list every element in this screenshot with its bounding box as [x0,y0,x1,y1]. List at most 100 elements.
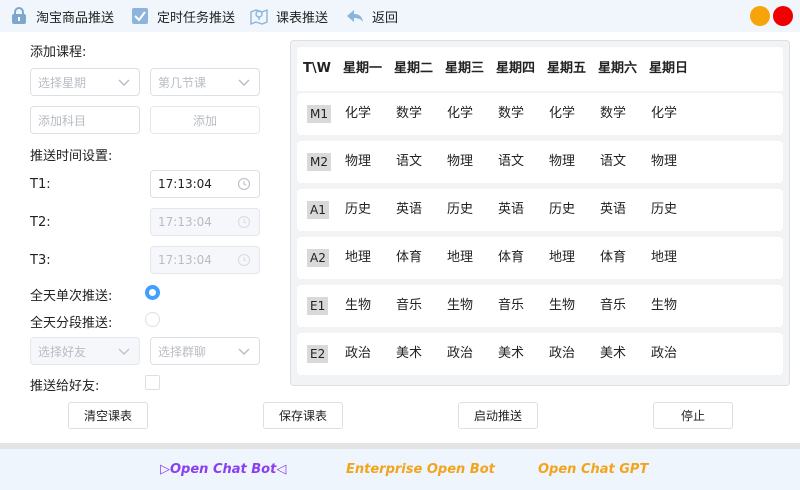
period-select[interactable]: 第几节课 [150,68,260,96]
course-cell[interactable]: 体育 [600,237,626,279]
course-cell[interactable]: 历史 [447,189,473,231]
timetable-row: M1 化学 数学 化学 数学 化学 数学 化学 [297,93,783,135]
t2-time-input[interactable]: 17:13:04 [150,208,260,236]
footer: ▷Open Chat Bot◁ Enterprise Open Bot Open… [0,449,800,490]
toolbar-taobao-push[interactable]: 淘宝商品推送 [10,0,114,32]
course-cell[interactable]: 数学 [498,93,524,135]
subject-input[interactable]: 添加科目 [30,106,140,134]
top-toolbar: 淘宝商品推送 定时任务推送 课表推送 返回 [0,0,800,32]
lock-icon [12,7,26,24]
day-header: 星期二 [394,61,434,76]
segment-push-radio[interactable] [145,312,160,327]
toolbar-scheduled-label: 定时任务推送 [157,10,236,26]
t3-time-input[interactable]: 17:13:04 [150,246,260,274]
course-cell[interactable]: 音乐 [498,285,524,327]
period-label: E2 [307,345,329,363]
timetable-row: M2 物理 语文 物理 语文 物理 语文 物理 [297,141,783,183]
course-cell[interactable]: 化学 [345,93,371,135]
course-cell[interactable]: 物理 [345,141,371,183]
course-cell[interactable]: 美术 [600,333,626,375]
course-cell[interactable]: 地理 [345,237,371,279]
back-arrow-icon [347,10,363,22]
t1-time-value: 17:13:04 [158,177,212,191]
clear-timetable-button[interactable]: 清空课表 [68,402,148,429]
weekday-select[interactable]: 选择星期 [30,68,140,96]
clock-icon [237,215,251,229]
course-cell[interactable]: 政治 [345,333,371,375]
course-cell[interactable]: 数学 [600,93,626,135]
chevron-down-icon [238,348,250,355]
course-cell[interactable]: 语文 [498,141,524,183]
push-to-friend-checkbox[interactable] [145,375,160,390]
single-push-radio[interactable] [145,285,160,300]
group-select-placeholder: 选择群聊 [158,344,207,359]
t1-label: T1: [30,177,51,192]
map-pin-icon [250,8,268,25]
course-cell[interactable]: 英语 [600,189,626,231]
course-cell[interactable]: 语文 [396,141,422,183]
t3-time-value: 17:13:04 [158,253,212,267]
period-label: A1 [307,201,329,219]
open-chat-gpt-link[interactable]: Open Chat GPT [538,449,648,490]
day-header: 星期四 [496,61,536,76]
course-cell[interactable]: 地理 [447,237,473,279]
toolbar-scheduled-push[interactable]: 定时任务推送 [131,0,235,32]
course-cell[interactable]: 政治 [447,333,473,375]
course-cell[interactable]: 物理 [549,141,575,183]
course-cell[interactable]: 政治 [549,333,575,375]
course-cell[interactable]: 历史 [345,189,371,231]
course-cell[interactable]: 体育 [396,237,422,279]
clock-icon [237,177,251,191]
course-cell[interactable]: 历史 [549,189,575,231]
course-cell[interactable]: 美术 [396,333,422,375]
course-cell[interactable]: 音乐 [396,285,422,327]
close-button[interactable] [773,6,793,26]
toolbar-back-label: 返回 [372,10,399,26]
minimize-button[interactable] [750,6,770,26]
course-cell[interactable]: 体育 [498,237,524,279]
open-chat-bot-link[interactable]: ▷Open Chat Bot◁ [160,449,286,490]
period-label: E1 [307,297,329,315]
add-course-button[interactable]: 添加 [150,106,260,134]
save-timetable-button[interactable]: 保存课表 [263,402,343,429]
chevron-down-icon [118,348,130,355]
course-cell[interactable]: 物理 [447,141,473,183]
course-cell[interactable]: 生物 [549,285,575,327]
course-cell[interactable]: 政治 [651,333,677,375]
t2-time-value: 17:13:04 [158,215,212,229]
course-cell[interactable]: 音乐 [600,285,626,327]
toolbar-back[interactable]: 返回 [346,0,398,32]
start-push-button[interactable]: 启动推送 [458,402,538,429]
group-select[interactable]: 选择群聊 [150,337,260,365]
course-cell[interactable]: 生物 [345,285,371,327]
day-header: 星期一 [343,61,383,76]
course-cell[interactable]: 化学 [447,93,473,135]
course-cell[interactable]: 物理 [651,141,677,183]
period-label: A2 [307,249,329,267]
course-cell[interactable]: 生物 [447,285,473,327]
course-cell[interactable]: 历史 [651,189,677,231]
toolbar-timetable-push[interactable]: 课表推送 [250,0,328,32]
segment-push-label: 全天分段推送: [30,316,113,331]
course-cell[interactable]: 英语 [498,189,524,231]
course-cell[interactable]: 语文 [600,141,626,183]
stop-push-button[interactable]: 停止 [653,402,733,429]
t2-label: T2: [30,215,51,230]
course-cell[interactable]: 地理 [651,237,677,279]
course-cell[interactable]: 生物 [651,285,677,327]
course-cell[interactable]: 化学 [651,93,677,135]
enterprise-open-bot-link[interactable]: Enterprise Open Bot [346,449,495,490]
course-cell[interactable]: 美术 [498,333,524,375]
friend-select-placeholder: 选择好友 [38,344,87,359]
course-cell[interactable]: 英语 [396,189,422,231]
course-cell[interactable]: 数学 [396,93,422,135]
course-cell[interactable]: 化学 [549,93,575,135]
t1-time-input[interactable]: 17:13:04 [150,170,260,198]
day-header: 星期六 [598,61,638,76]
day-header: 星期三 [445,61,485,76]
time-settings-label: 推送时间设置: [30,149,113,164]
toolbar-timetable-label: 课表推送 [276,10,329,26]
subject-input-placeholder: 添加科目 [38,113,87,128]
friend-select[interactable]: 选择好友 [30,337,140,365]
course-cell[interactable]: 地理 [549,237,575,279]
